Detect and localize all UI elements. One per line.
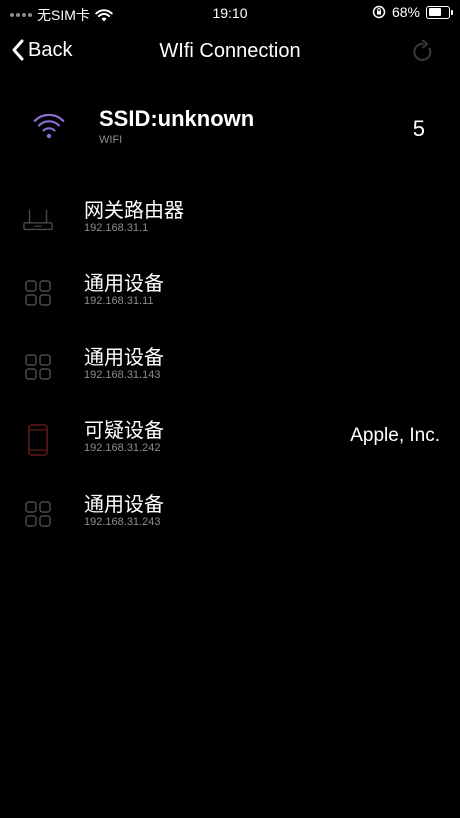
device-row[interactable]: 通用设备 192.168.31.11 <box>0 265 460 325</box>
device-name: 通用设备 <box>84 494 164 516</box>
device-ip: 192.168.31.11 <box>84 295 154 307</box>
device-ip: 192.168.31.243 <box>84 516 161 528</box>
device-vendor: Apple, Inc. <box>350 425 440 446</box>
device-ip: 192.168.31.143 <box>84 369 161 381</box>
device-ip: 192.168.31.1 <box>84 222 149 234</box>
refresh-icon[interactable] <box>412 40 434 64</box>
device-name: 通用设备 <box>84 273 164 295</box>
device-count: 5 <box>412 116 425 141</box>
device-row[interactable]: 通用设备 192.168.31.143 <box>0 339 460 399</box>
device-ip: 192.168.31.242 <box>84 442 161 454</box>
device-row[interactable]: 可疑设备 192.168.31.242 Apple, Inc. <box>0 412 460 472</box>
orientation-lock-icon <box>372 5 386 19</box>
status-right: 68% <box>372 4 453 20</box>
battery-percent: 68% <box>391 4 420 20</box>
device-name: 可疑设备 <box>84 420 164 442</box>
wifi-summary: SSID:unknown WIFI 5 <box>0 100 460 160</box>
router-icon <box>23 209 53 231</box>
device-name: 网关路由器 <box>84 200 184 222</box>
grid-device-icon <box>25 280 51 306</box>
phone-icon <box>28 424 48 456</box>
connection-type: WIFI <box>99 134 123 146</box>
wifi-icon <box>33 114 65 139</box>
navigation-bar: Back WIfi Connection <box>0 30 460 74</box>
ssid-label: SSID:unknown <box>99 106 255 131</box>
grid-device-icon <box>25 354 51 380</box>
device-row[interactable]: 网关路由器 192.168.31.1 <box>0 192 460 252</box>
battery-level <box>428 8 442 16</box>
device-name: 通用设备 <box>84 347 164 369</box>
status-bar: 无SIM卡 19:10 68% <box>0 0 460 26</box>
grid-device-icon <box>25 501 51 527</box>
battery-icon <box>426 5 453 19</box>
device-row[interactable]: 通用设备 192.168.31.243 <box>0 486 460 546</box>
page-title: WIfi Connection <box>159 40 301 62</box>
